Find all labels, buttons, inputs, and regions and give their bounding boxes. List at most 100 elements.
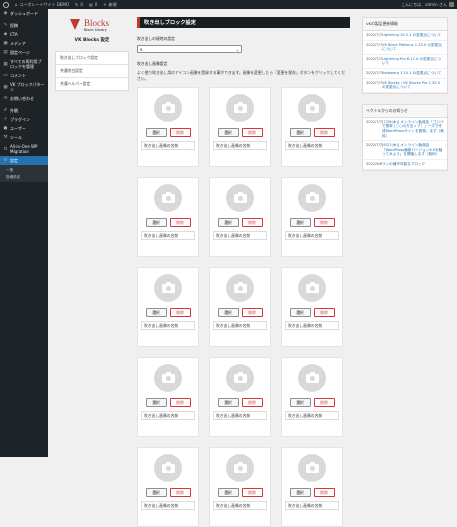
sidebar-item-2[interactable]: ✎ 投稿 — [0, 21, 48, 30]
delete-image-button[interactable]: 削除 — [169, 128, 191, 137]
news-link[interactable]: [6/27(木)] オンライン勉強会「WordPress最新バージョン6.0を触… — [382, 143, 444, 157]
avatar-placeholder[interactable] — [226, 94, 254, 122]
comments-link[interactable]: ▤ 0 — [89, 2, 97, 7]
sidebar-item-9[interactable]: ✉ お問い合わせ — [0, 94, 48, 103]
avatar-placeholder[interactable] — [154, 364, 182, 392]
sidebar-item-8[interactable]: ▩ VK ブロックパターン — [0, 80, 48, 94]
image-setting-label: 吹き出し画像設定 — [137, 61, 168, 66]
avatar-placeholder[interactable] — [226, 184, 254, 212]
balloon-image-grid: 選択 削除 吹き出し画像の名前 選択 削除 吹き出し画像の名前 選択 削除 吹き出し画像の名前選… — [137, 87, 350, 527]
balloon-name-input[interactable]: 吹き出し画像の名前 — [213, 321, 267, 330]
sidebar-item-13[interactable]: ⚒ ツール — [0, 133, 48, 142]
balloon-count-select[interactable]: 5 ⌄ — [137, 45, 242, 53]
updates-link[interactable]: ↻ 0 — [75, 2, 83, 7]
news-link[interactable]: Lightning Pro 8.17.4 の変更点について — [382, 57, 444, 66]
balloon-name-input[interactable]: 吹き出し画像の名前 — [213, 411, 267, 420]
avatar-placeholder[interactable] — [154, 454, 182, 482]
avatar-placeholder[interactable] — [154, 184, 182, 212]
submenu-item-2[interactable]: 投稿設定 — [0, 174, 48, 181]
news-link[interactable]: Katawara 1.10.1 の変更点について — [382, 71, 441, 76]
balloon-name-input[interactable]: 吹き出し画像の名前 — [141, 231, 195, 240]
select-image-button[interactable]: 選択 — [217, 488, 239, 497]
select-image-button[interactable]: 選択 — [289, 488, 311, 497]
avatar-placeholder[interactable] — [226, 274, 254, 302]
news-link[interactable]: VK Block Patterns 1.25.0 の変更点について — [382, 43, 444, 52]
sidebar-item-1[interactable]: ◉ ダッシュボード — [0, 9, 48, 18]
delete-image-button[interactable]: 削除 — [241, 488, 263, 497]
balloon-name-input[interactable]: 吹き出し画像の名前 — [141, 321, 195, 330]
avatar-placeholder[interactable] — [226, 454, 254, 482]
wordpress-logo[interactable] — [3, 1, 9, 8]
sidebar-item-5[interactable]: ▤ 固定ページ — [0, 48, 48, 57]
camera-icon — [161, 371, 175, 383]
select-image-button[interactable]: 選択 — [217, 128, 239, 137]
balloon-name-input[interactable]: 吹き出し画像の名前 — [285, 501, 339, 510]
avatar-placeholder[interactable] — [154, 94, 182, 122]
select-image-button[interactable]: 選択 — [145, 128, 167, 137]
delete-image-button[interactable]: 削除 — [241, 308, 263, 317]
select-image-button[interactable]: 選択 — [217, 218, 239, 227]
news-link[interactable]: [7/26(木)] オンライン勉強会「ゴジベで簡単 | ○○の方法ノブ！」ーズで… — [382, 120, 444, 138]
balloon-name-input[interactable]: 吹き出し画像の名前 — [285, 411, 339, 420]
delete-image-button[interactable]: 削除 — [169, 488, 191, 497]
site-name-link[interactable]: ⌂ コーポレートサイト DEMO — [15, 2, 69, 8]
sidebar-item-14[interactable]: ⇅ All-in-One WP Migration — [0, 142, 48, 156]
delete-image-button[interactable]: 削除 — [313, 218, 335, 227]
balloon-name-input[interactable]: 吹き出し画像の名前 — [285, 231, 339, 240]
delete-image-button[interactable]: 削除 — [313, 488, 335, 497]
settings-nav-item-margin[interactable]: 共通余白設定 — [56, 65, 128, 78]
settings-nav-item-balloon[interactable]: 吹き出しブロック設定 — [56, 52, 128, 65]
select-image-button[interactable]: 選択 — [289, 218, 311, 227]
select-image-button[interactable]: 選択 — [289, 128, 311, 137]
sidebar-item-6[interactable]: ▦ すべての再利用ブロックを管理 — [0, 57, 48, 71]
select-image-button[interactable]: 選択 — [289, 398, 311, 407]
balloon-name-input[interactable]: 吹き出し画像の名前 — [213, 501, 267, 510]
avatar-placeholder[interactable] — [298, 274, 326, 302]
delete-image-button[interactable]: 削除 — [313, 398, 335, 407]
balloon-name-input[interactable]: 吹き出し画像の名前 — [285, 321, 339, 330]
sidebar-item-12[interactable]: ● ユーザー — [0, 124, 48, 133]
camera-icon — [305, 461, 319, 473]
account-menu[interactable]: こんにちは、admin さん — [401, 2, 454, 8]
select-image-button[interactable]: 選択 — [145, 308, 167, 317]
delete-image-button[interactable]: 削除 — [241, 398, 263, 407]
delete-image-button[interactable]: 削除 — [313, 308, 335, 317]
balloon-name-input[interactable]: 吹き出し画像の名前 — [285, 141, 339, 150]
balloon-name-input[interactable]: 吹き出し画像の名前 — [213, 141, 267, 150]
new-content-link[interactable]: + 新規 — [103, 2, 116, 8]
avatar-placeholder[interactable] — [298, 364, 326, 392]
select-image-button[interactable]: 選択 — [145, 218, 167, 227]
balloon-name-input[interactable]: 吹き出し画像の名前 — [141, 141, 195, 150]
delete-image-button[interactable]: 削除 — [241, 218, 263, 227]
avatar-placeholder[interactable] — [298, 184, 326, 212]
news-link[interactable]: ランの補不可能なブロック — [382, 162, 425, 167]
sidebar-item-4[interactable]: ▣ メディア — [0, 39, 48, 48]
balloon-name-input[interactable]: 吹き出し画像の名前 — [141, 501, 195, 510]
balloon-name-input[interactable]: 吹き出し画像の名前 — [213, 231, 267, 240]
select-image-button[interactable]: 選択 — [145, 398, 167, 407]
delete-image-button[interactable]: 削除 — [169, 398, 191, 407]
delete-image-button[interactable]: 削除 — [241, 128, 263, 137]
select-image-button[interactable]: 選択 — [289, 308, 311, 317]
select-image-button[interactable]: 選択 — [217, 308, 239, 317]
sidebar-item-7[interactable]: ▭ コメント — [0, 71, 48, 80]
balloon-image-card: 選択 削除吹き出し画像の名前 — [281, 87, 343, 167]
avatar-placeholder[interactable] — [298, 94, 326, 122]
vk-logo-icon — [69, 19, 81, 31]
news-link[interactable]: Lightning 15.0.1 の変更点について — [382, 33, 441, 38]
balloon-name-input[interactable]: 吹き出し画像の名前 — [141, 411, 195, 420]
settings-nav-item-helper[interactable]: 共通ヘルパー設定 — [56, 78, 128, 90]
delete-image-button[interactable]: 削除 — [169, 308, 191, 317]
news-link[interactable]: VK Blocks / VK Blocks Pro 1.35.0 の変更点につい… — [382, 81, 444, 90]
sidebar-item-11[interactable]: ⚡ プラグイン — [0, 115, 48, 124]
sidebar-item-10[interactable]: ✐ 外観 — [0, 106, 48, 115]
avatar-placeholder[interactable] — [298, 454, 326, 482]
sidebar-item-15[interactable]: ⚙ 設定 — [0, 156, 48, 165]
delete-image-button[interactable]: 削除 — [169, 218, 191, 227]
select-image-button[interactable]: 選択 — [217, 398, 239, 407]
sidebar-item-3[interactable]: ◆ CTA — [0, 30, 48, 39]
select-image-button[interactable]: 選択 — [145, 488, 167, 497]
avatar-placeholder[interactable] — [226, 364, 254, 392]
delete-image-button[interactable]: 削除 — [313, 128, 335, 137]
avatar-placeholder[interactable] — [154, 274, 182, 302]
